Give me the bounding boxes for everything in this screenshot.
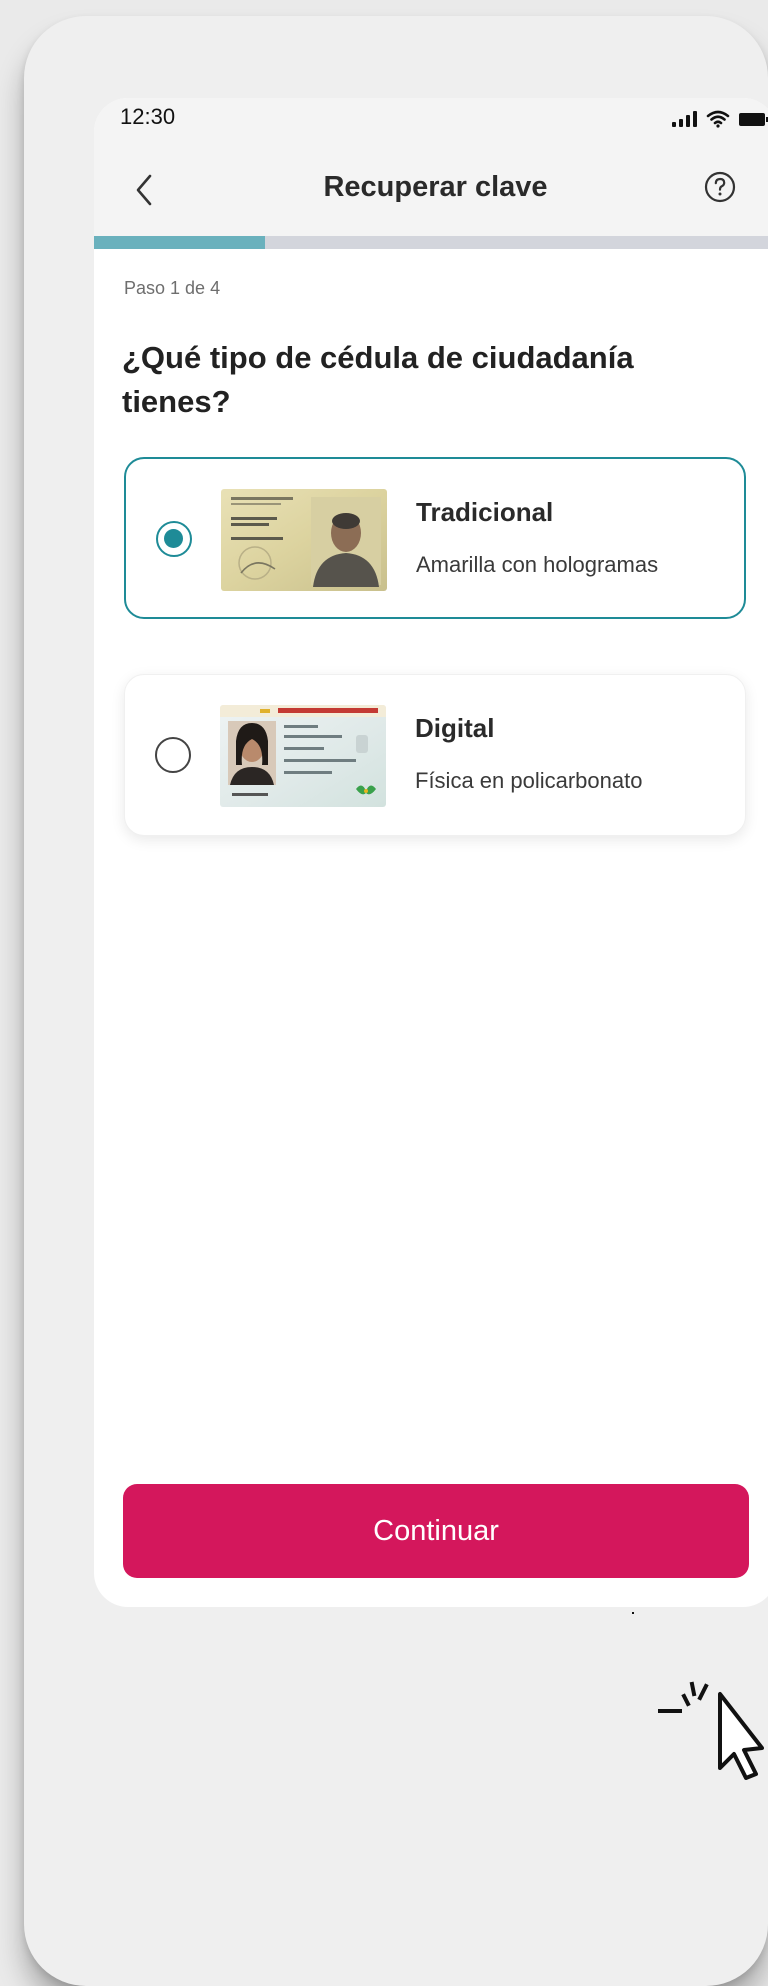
digital-id-card-image xyxy=(220,705,386,807)
option-title: Digital xyxy=(415,713,495,743)
radio-button-unselected[interactable] xyxy=(155,737,191,773)
pointer-cursor-icon xyxy=(632,1612,764,1780)
question-heading: ¿Qué tipo de cédula de ciudadanía tienes… xyxy=(122,340,634,419)
wifi-icon xyxy=(706,110,730,128)
progress-bar-fill xyxy=(94,236,265,249)
app-header: Recuperar clave xyxy=(94,144,768,236)
battery-icon xyxy=(739,112,768,126)
radio-button-selected[interactable] xyxy=(156,521,192,557)
option-subtitle: Amarilla con hologramas xyxy=(416,552,659,577)
question-circle-icon[interactable] xyxy=(703,170,737,204)
signal-icon xyxy=(672,111,697,127)
option-title: Tradicional xyxy=(416,497,554,527)
option-card-digital[interactable]: Digital Física en policarbonato xyxy=(124,674,746,836)
phone-screen: 12:30 Recuperar clave Paso 1 de 4 ¿Qué t… xyxy=(94,98,768,1607)
status-bar: 12:30 xyxy=(94,98,768,144)
status-time: 12:30 xyxy=(120,104,176,129)
page-title: Recuperar clave xyxy=(323,171,548,203)
status-icons xyxy=(672,110,768,128)
continue-button[interactable]: Continuar xyxy=(123,1484,749,1578)
option-subtitle: Física en policarbonato xyxy=(415,768,643,793)
progress-bar xyxy=(94,236,768,249)
option-card-tradicional[interactable]: Tradicional Amarilla con hologramas xyxy=(124,457,746,619)
step-label: Paso 1 de 4 xyxy=(124,278,221,298)
yellow-id-card-image xyxy=(221,489,387,591)
